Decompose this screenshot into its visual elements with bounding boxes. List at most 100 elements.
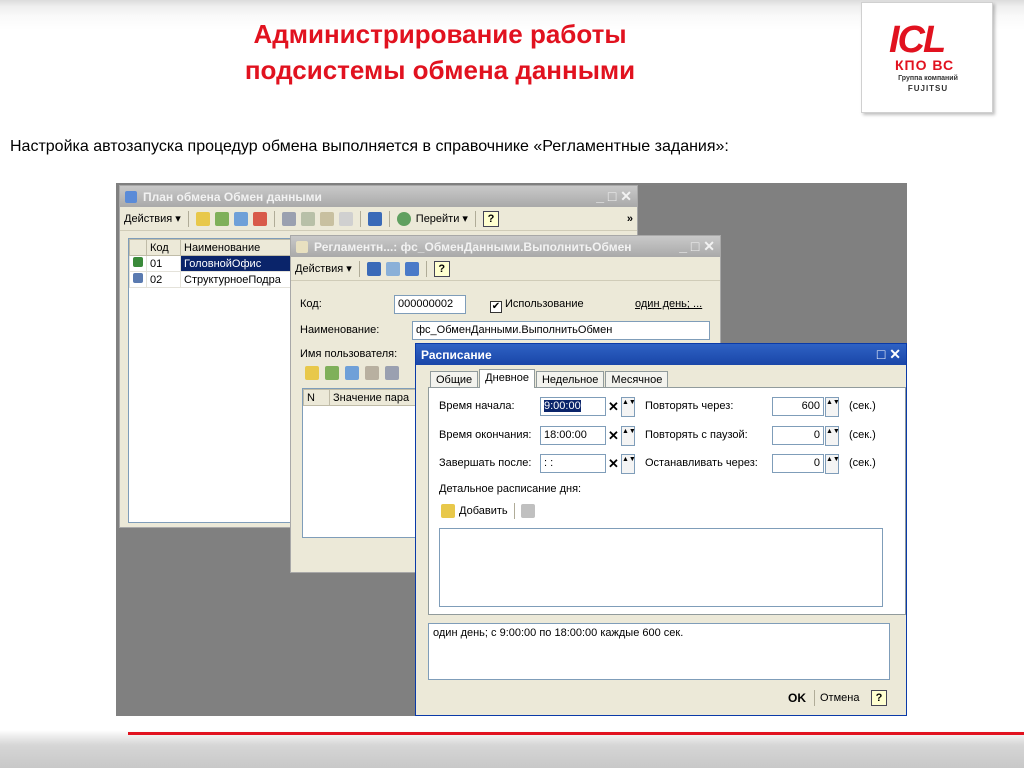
scheduled-task-title: Регламентн...: фс_ОбменДанными.Выполнить…: [314, 239, 632, 254]
repeat-pause-field[interactable]: 0: [772, 426, 824, 445]
row-name: ГоловнойОфис: [180, 255, 302, 272]
row-status-icon: [129, 255, 147, 272]
tab-weekly[interactable]: Недельное: [535, 371, 605, 388]
window-app-icon: [296, 240, 308, 253]
col-code[interactable]: Код: [146, 239, 181, 256]
calendar-icon[interactable]: [385, 261, 400, 276]
clear-finish-after-icon[interactable]: ✕: [606, 454, 621, 474]
repeat-pause-label: Повторять с паузой:: [645, 429, 748, 441]
repeat-every-field[interactable]: 600: [772, 397, 824, 416]
repeat-pause-spinner[interactable]: ▲▼: [825, 426, 840, 446]
daily-tab-panel: Время начала: 9:00:00 ✕ ▲▼ Время окончан…: [428, 387, 906, 615]
end-time-label: Время окончания:: [439, 429, 532, 441]
repeat-every-spinner[interactable]: ▲▼: [825, 397, 840, 417]
sec-unit-3: (сек.): [849, 457, 876, 469]
exchange-plan-titlebar[interactable]: План обмена Обмен данными _ □ ✕: [120, 186, 637, 207]
user-label: Имя пользователя:: [300, 348, 398, 360]
logo-brand: ICL: [889, 19, 946, 61]
code-field[interactable]: 000000002: [394, 295, 466, 314]
row-code: 02: [146, 271, 181, 288]
exchange-icon[interactable]: [404, 261, 419, 276]
logo-line3: Группа компаний: [898, 75, 958, 82]
stop-after-spinner[interactable]: ▲▼: [825, 454, 840, 474]
schedule-dialog[interactable]: Расписание □ ✕ Общие Дневное Недельное М…: [415, 343, 907, 716]
clear-start-time-icon[interactable]: ✕: [606, 397, 621, 417]
delete-param-icon[interactable]: [365, 366, 379, 380]
add-icon[interactable]: [195, 211, 210, 226]
schedule-tabs: Общие Дневное Недельное Месячное: [430, 369, 669, 388]
finish-after-field[interactable]: : :: [540, 454, 606, 473]
end-time-spinner[interactable]: ▲▼: [621, 426, 636, 446]
actions-menu[interactable]: Действия ▾: [124, 212, 181, 225]
back-arrow-icon[interactable]: [366, 261, 381, 276]
use-checkbox[interactable]: ✔ Использование: [490, 298, 584, 313]
detail-toolbar: Добавить: [441, 503, 535, 519]
exchange-plan-title: План обмена Обмен данными: [143, 189, 322, 204]
repeat-every-label: Повторять через:: [645, 400, 734, 412]
col-n[interactable]: N: [303, 389, 330, 406]
cancel-button[interactable]: Отмена: [820, 692, 859, 704]
scheduled-task-toolbar: Действия ▾ ?: [291, 257, 720, 281]
start-time-field[interactable]: 9:00:00: [540, 397, 606, 416]
clear-end-time-icon[interactable]: ✕: [606, 426, 621, 446]
window-controls[interactable]: □ ✕: [877, 346, 901, 363]
finish-after-label: Завершать после:: [439, 457, 532, 469]
help-icon[interactable]: ?: [433, 260, 450, 277]
logo-line4: FUJITSU: [907, 84, 949, 93]
sec-unit-2: (сек.): [849, 429, 876, 441]
use-checkbox-box[interactable]: ✔: [490, 301, 502, 313]
actions-menu[interactable]: Действия ▾: [295, 262, 352, 275]
schedule-link[interactable]: один день; ...: [635, 298, 702, 310]
name-field[interactable]: фс_ОбменДанными.ВыполнитьОбмен: [412, 321, 710, 340]
tab-daily[interactable]: Дневное: [479, 369, 535, 388]
tab-general[interactable]: Общие: [430, 371, 479, 388]
filter-icon[interactable]: [300, 211, 315, 226]
row-code: 01: [146, 255, 181, 272]
move-param-icon[interactable]: [385, 366, 399, 380]
help-icon[interactable]: ?: [871, 690, 887, 706]
col-name[interactable]: Наименование: [180, 239, 302, 256]
window-app-icon: [125, 190, 137, 203]
toolbar-more-icon[interactable]: »: [627, 213, 633, 225]
logo-line2: КПО ВС: [895, 57, 955, 73]
table-row[interactable]: 01 ГоловнойОфис: [129, 255, 302, 272]
copy-icon[interactable]: [214, 211, 229, 226]
scheduled-task-titlebar[interactable]: Регламентн...: фс_ОбменДанными.Выполнить…: [291, 236, 720, 257]
goto-menu[interactable]: Перейти ▾: [416, 212, 468, 225]
add-param-icon[interactable]: [305, 366, 319, 380]
sort-icon[interactable]: [281, 211, 296, 226]
row-status-icon: [129, 271, 147, 288]
add-button[interactable]: Добавить: [459, 505, 508, 517]
window-controls[interactable]: _ □ ✕: [679, 238, 715, 255]
stop-after-field[interactable]: 0: [772, 454, 824, 473]
row-name: СтруктурноеПодра: [180, 271, 302, 288]
clear-filter-icon[interactable]: [338, 211, 353, 226]
exchange-icon[interactable]: [367, 211, 382, 226]
table-row[interactable]: 02 СтруктурноеПодра: [129, 271, 302, 288]
edit-param-icon[interactable]: [345, 366, 359, 380]
schedule-titlebar[interactable]: Расписание □ ✕: [416, 344, 906, 365]
use-label: Использование: [505, 298, 584, 310]
slide-title: Администрирование работы подсистемы обме…: [150, 16, 730, 88]
ok-button[interactable]: OK: [788, 691, 806, 705]
slide-subtitle: Настройка автозапуска процедур обмена вы…: [10, 138, 729, 155]
end-time-field[interactable]: 18:00:00: [540, 426, 606, 445]
finish-after-spinner[interactable]: ▲▼: [621, 454, 636, 474]
help-icon[interactable]: ?: [482, 210, 499, 227]
delete-icon[interactable]: [252, 211, 267, 226]
start-time-spinner[interactable]: ▲▼: [621, 397, 636, 417]
filter-dropdown-icon[interactable]: [319, 211, 334, 226]
detail-schedule-list[interactable]: [439, 528, 883, 607]
params-toolbar: [305, 366, 399, 380]
sec-unit-1: (сек.): [849, 400, 876, 412]
name-label: Наименование:: [300, 324, 380, 336]
copy-param-icon[interactable]: [325, 366, 339, 380]
exchange-plan-table[interactable]: Код Наименование 01 ГоловнойОфис 02 Стру…: [128, 238, 303, 523]
delete-row-icon[interactable]: [520, 504, 535, 518]
edit-icon[interactable]: [233, 211, 248, 226]
company-logo: ICL КПО ВС Группа компаний FUJITSU: [861, 2, 993, 113]
start-time-value: 9:00:00: [544, 400, 581, 412]
tab-monthly[interactable]: Месячное: [605, 371, 669, 388]
window-controls[interactable]: _ □ ✕: [596, 188, 632, 205]
refresh-icon[interactable]: [396, 211, 411, 226]
